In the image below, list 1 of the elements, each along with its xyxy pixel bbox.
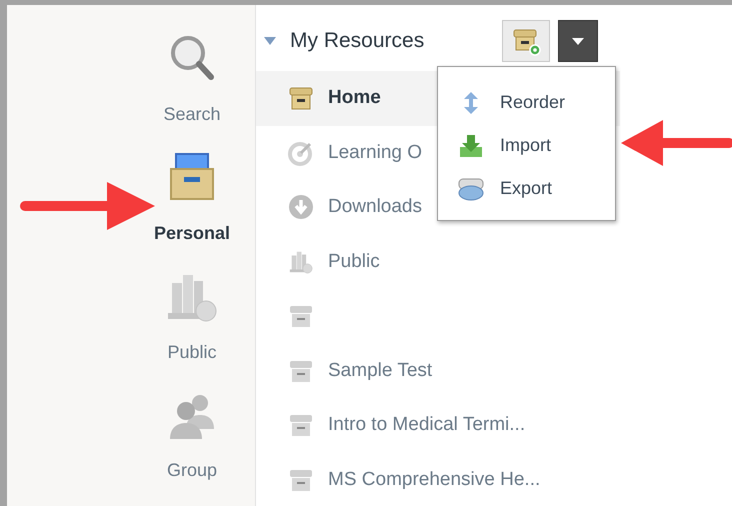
section-title: My Resources — [290, 28, 424, 54]
